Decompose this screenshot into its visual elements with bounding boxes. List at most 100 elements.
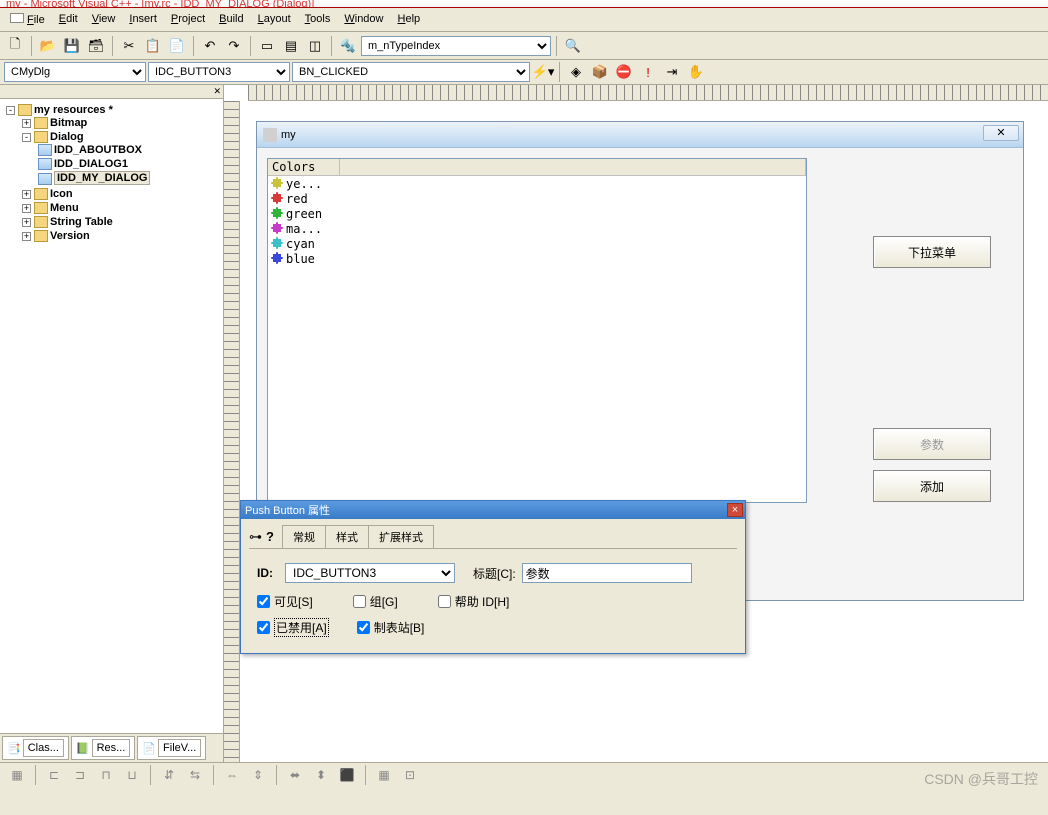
align-left-icon[interactable]: ⊏	[43, 765, 65, 785]
align-bottom-icon[interactable]: ⊔	[121, 765, 143, 785]
output-icon[interactable]: ▤	[280, 35, 302, 57]
expand-icon[interactable]: +	[22, 218, 31, 227]
menu-layout[interactable]: LayoutLayout	[252, 10, 297, 29]
stop-build-icon[interactable]: ⛔	[613, 61, 635, 83]
tree-dialog[interactable]: Dialog	[50, 131, 84, 143]
menu-window[interactable]: WindowWindow	[338, 10, 389, 29]
close-icon[interactable]: ✕	[983, 125, 1019, 141]
expand-icon[interactable]: -	[6, 106, 15, 115]
align-top-icon[interactable]: ⊓	[95, 765, 117, 785]
group-checkbox[interactable]: 组[G]	[353, 593, 398, 610]
menu-edit[interactable]: EditEdit	[53, 10, 84, 29]
list-item[interactable]: cyan	[270, 236, 804, 251]
caption-input[interactable]	[522, 563, 692, 583]
open-icon[interactable]: 📂	[37, 35, 59, 57]
cut-icon[interactable]: ✂	[118, 35, 140, 57]
tree-icon[interactable]: Icon	[50, 188, 73, 200]
expand-icon[interactable]: -	[22, 133, 31, 142]
same-width-icon[interactable]: ⬌	[284, 765, 306, 785]
list-item[interactable]: blue	[270, 251, 804, 266]
list-item[interactable]: green	[270, 206, 804, 221]
puzzle-icon	[270, 192, 284, 205]
disabled-checkbox[interactable]: 已禁用[A]	[257, 618, 329, 637]
resource-tree[interactable]: - my resources * + Bitmap - Dialog IDD_ABOU…	[0, 99, 223, 733]
space-across-icon[interactable]: ⇔	[221, 765, 243, 785]
class-combo[interactable]: CMyDlg	[4, 62, 146, 82]
message-combo[interactable]: BN_CLICKED	[292, 62, 530, 82]
copy-icon[interactable]: 📋	[142, 35, 164, 57]
properties-dialog[interactable]: Push Button 属性 × ⊶ ? 常规 样式 扩展样式 ID: IDC_…	[240, 500, 746, 654]
tree-aboutbox[interactable]: IDD_ABOUTBOX	[54, 144, 142, 156]
menu-file[interactable]: FFileile	[4, 10, 51, 29]
windows-icon[interactable]: ◫	[304, 35, 326, 57]
build-icon[interactable]: 📦	[589, 61, 611, 83]
panel-close-icon[interactable]: ✕	[213, 86, 221, 97]
menu-insert[interactable]: InsertInsert	[123, 10, 163, 29]
expand-icon[interactable]: +	[22, 204, 31, 213]
tabstop-checkbox[interactable]: 制表站[B]	[357, 618, 425, 637]
same-height-icon[interactable]: ⬍	[310, 765, 332, 785]
tab-fileview[interactable]: 📄FileV...	[137, 736, 206, 760]
tree-root[interactable]: my resources *	[34, 104, 113, 116]
visible-checkbox[interactable]: 可见[S]	[257, 593, 313, 610]
expand-icon[interactable]: +	[22, 119, 31, 128]
new-file-icon[interactable]: 🗋	[4, 35, 26, 57]
go-icon[interactable]: ⇥	[661, 61, 683, 83]
center-h-icon[interactable]: ⇆	[184, 765, 206, 785]
menu-tools[interactable]: ToolsTools	[299, 10, 337, 29]
breakpoint-icon[interactable]: ✋	[685, 61, 707, 83]
pin-icon[interactable]: ⊶	[249, 529, 262, 545]
space-down-icon[interactable]: ⇕	[247, 765, 269, 785]
id-combo[interactable]: IDC_BUTTON3	[148, 62, 290, 82]
grid-icon[interactable]: ▦	[373, 765, 395, 785]
expand-icon[interactable]: +	[22, 190, 31, 199]
compile-icon[interactable]: ◈	[565, 61, 587, 83]
tab-extended-style[interactable]: 扩展样式	[368, 525, 434, 548]
tab-general[interactable]: 常规	[282, 525, 326, 548]
menu-build[interactable]: BuildBuild	[213, 10, 249, 29]
workspace-icon[interactable]: ▭	[256, 35, 278, 57]
undo-icon[interactable]: ↶	[199, 35, 221, 57]
close-icon[interactable]: ×	[727, 503, 743, 517]
tree-bitmap[interactable]: Bitmap	[50, 117, 87, 129]
save-icon[interactable]: 💾	[61, 35, 83, 57]
menu-project[interactable]: ProjectProject	[165, 10, 211, 29]
id-combo[interactable]: IDC_BUTTON3	[285, 563, 455, 583]
list-item[interactable]: ye...	[270, 176, 804, 191]
dialog-titlebar[interactable]: my ✕	[257, 122, 1023, 148]
tab-style[interactable]: 样式	[325, 525, 369, 548]
tree-stringtable[interactable]: String Table	[50, 216, 113, 228]
add-button[interactable]: 添加	[873, 470, 991, 502]
helpid-checkbox[interactable]: 帮助 ID[H]	[438, 593, 510, 610]
find-combo[interactable]: m_nTypeIndex	[361, 36, 551, 56]
help-icon[interactable]: ?	[266, 529, 274, 544]
tree-mydialog[interactable]: IDD_MY_DIALOG	[54, 171, 150, 185]
expand-icon[interactable]: +	[22, 232, 31, 241]
find-member-icon[interactable]: 🔩	[337, 35, 359, 57]
find-icon[interactable]: 🔍	[562, 35, 584, 57]
guides-icon[interactable]: ⊡	[399, 765, 421, 785]
param-button[interactable]: 参数	[873, 428, 991, 460]
column-header[interactable]: Colors	[268, 159, 340, 175]
menu-view[interactable]: ViewView	[86, 10, 122, 29]
same-size-icon[interactable]: ⬛	[336, 765, 358, 785]
properties-titlebar[interactable]: Push Button 属性 ×	[241, 501, 745, 519]
paste-icon[interactable]: 📄	[166, 35, 188, 57]
tab-classview[interactable]: 📑Clas...	[2, 736, 69, 760]
tab-resourceview[interactable]: 📗Res...	[71, 736, 135, 760]
list-item[interactable]: red	[270, 191, 804, 206]
save-all-icon[interactable]: 🗃	[85, 35, 107, 57]
center-v-icon[interactable]: ⇵	[158, 765, 180, 785]
tree-menu[interactable]: Menu	[50, 202, 79, 214]
wizard-action-icon[interactable]: ⚡▾	[532, 61, 554, 83]
tree-dialog1[interactable]: IDD_DIALOG1	[54, 158, 128, 170]
tree-version[interactable]: Version	[50, 230, 90, 242]
execute-icon[interactable]: !	[637, 61, 659, 83]
menu-help[interactable]: HelpHelp	[392, 10, 427, 29]
test-dialog-icon[interactable]: ▦	[6, 765, 28, 785]
redo-icon[interactable]: ↷	[223, 35, 245, 57]
dropdown-menu-button[interactable]: 下拉菜单	[873, 236, 991, 268]
align-right-icon[interactable]: ⊐	[69, 765, 91, 785]
list-item[interactable]: ma...	[270, 221, 804, 236]
colors-listbox[interactable]: Colors ye...redgreenma...cyanblue	[267, 158, 807, 503]
